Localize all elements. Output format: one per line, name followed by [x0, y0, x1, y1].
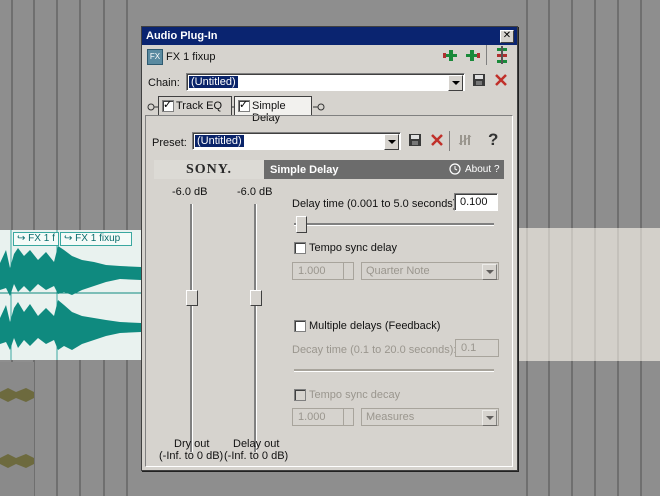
clip-label[interactable]: ↪ FX 1 fixup — [60, 232, 132, 246]
fx-icon: FX — [147, 49, 163, 65]
save-chain-icon[interactable] — [472, 73, 486, 87]
dry-out-fader[interactable] — [186, 290, 198, 306]
audio-plugin-dialog: Audio Plug-In ✕ FX FX 1 fixup Chain: (Un… — [141, 26, 518, 471]
dry-out-label: Dry out — [174, 438, 210, 450]
simple-delay-checkbox[interactable] — [238, 98, 250, 112]
clip-label[interactable]: ↪ FX 1 f — [13, 232, 59, 246]
plugin-header-bar: SONY. Simple Delay About ? — [154, 160, 504, 179]
decay-time-input[interactable]: 0.1 — [455, 339, 499, 357]
clip-arrow-icon: ↪ — [64, 233, 76, 244]
toolbar-divider — [486, 45, 487, 65]
delay-time-slider[interactable] — [296, 216, 307, 233]
delete-chain-icon[interactable] — [494, 73, 508, 87]
tempo-sync-decay-label: Tempo sync decay — [309, 389, 401, 401]
dry-out-range: (-Inf. to 0 dB) — [159, 450, 224, 462]
chevron-down-icon[interactable] — [448, 75, 463, 91]
delete-preset-icon[interactable] — [430, 133, 444, 147]
header-help-icon[interactable]: ? — [494, 164, 500, 175]
clip-arrow-icon: ↪ — [17, 233, 29, 244]
tempo-value-spinner[interactable]: 1.000 — [292, 262, 344, 280]
about-link[interactable]: About — [465, 164, 491, 175]
chevron-down-icon[interactable] — [482, 410, 497, 426]
decay-tempo-spinner[interactable]: 1.000 — [292, 408, 344, 426]
preset-dropdown[interactable]: (Untitled) — [192, 132, 401, 150]
help-icon[interactable]: ? — [488, 130, 498, 150]
about-clock-icon[interactable] — [449, 163, 461, 175]
plugin-name: Simple Delay — [270, 164, 339, 176]
title-bar[interactable]: Audio Plug-In ✕ — [142, 27, 517, 45]
multiple-delays-label: Multiple delays (Feedback) — [309, 320, 441, 332]
plugin-tab-track-eq[interactable]: Track EQ — [158, 96, 232, 116]
remove-plugin-icon[interactable] — [464, 47, 480, 63]
plugin-chooser-icon[interactable] — [494, 46, 510, 64]
decay-time-slider-track — [294, 369, 494, 372]
plugin-tab-simple-delay[interactable]: Simple Delay — [234, 96, 312, 124]
delay-time-input[interactable]: 0.100 — [454, 193, 498, 211]
decay-measures-dropdown[interactable]: Measures — [361, 408, 499, 426]
dry-out-track — [190, 204, 193, 452]
multiple-delays-checkbox[interactable] — [294, 320, 306, 332]
delay-out-track — [254, 204, 257, 452]
chain-label: Chain: — [148, 77, 180, 89]
sony-logo: SONY. — [154, 160, 264, 179]
preset-label: Preset: — [152, 137, 187, 149]
track-eq-checkbox[interactable] — [162, 98, 174, 112]
chain-dropdown[interactable]: (Untitled) — [186, 73, 465, 91]
tempo-sync-delay-checkbox[interactable] — [294, 242, 306, 254]
tempo-spinner-arrows[interactable] — [343, 262, 354, 280]
tempo-sync-delay-label: Tempo sync delay — [309, 242, 398, 254]
delay-out-fader[interactable] — [250, 290, 262, 306]
preset-divider — [449, 131, 450, 151]
decay-spinner-arrows[interactable] — [343, 408, 354, 426]
delay-time-slider-track — [294, 223, 494, 226]
tempo-note-dropdown[interactable]: Quarter Note — [361, 262, 499, 280]
save-preset-icon[interactable] — [408, 133, 422, 147]
tempo-sync-decay-checkbox[interactable] — [294, 389, 306, 401]
delay-out-db: -6.0 dB — [237, 186, 273, 198]
fx-name: FX 1 fixup — [166, 51, 216, 63]
preset-manager-icon[interactable] — [458, 133, 472, 147]
delay-out-range: (-Inf. to 0 dB) — [224, 450, 289, 462]
chevron-down-icon[interactable] — [482, 264, 497, 280]
dry-out-db: -6.0 dB — [172, 186, 208, 198]
delay-time-label: Delay time (0.001 to 5.0 seconds): — [292, 198, 460, 210]
delay-out-label: Delay out — [233, 438, 280, 450]
dialog-title: Audio Plug-In — [146, 30, 218, 42]
chevron-down-icon[interactable] — [384, 134, 399, 150]
decay-time-label: Decay time (0.1 to 20.0 seconds): — [292, 344, 457, 356]
close-button[interactable]: ✕ — [500, 30, 514, 43]
insert-plugin-icon[interactable] — [443, 47, 459, 63]
